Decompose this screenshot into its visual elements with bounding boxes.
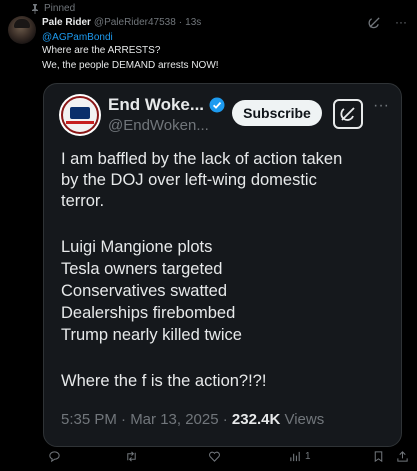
post-text-line: We, the people DEMAND arrests NOW! xyxy=(42,60,219,71)
quoted-views-count: 232.4K xyxy=(231,411,281,428)
pinned-label: Pinned xyxy=(44,3,76,14)
quoted-views-label: Views xyxy=(284,411,325,428)
grok-icon xyxy=(340,107,355,121)
pinned-indicator: Pinned xyxy=(30,3,75,14)
quoted-text-line: Trump nearly killed twice xyxy=(61,326,242,344)
share-icon xyxy=(397,451,408,462)
repost-icon xyxy=(127,451,136,462)
post-action-bar: 1 xyxy=(0,448,417,468)
pin-icon xyxy=(32,3,38,14)
quoted-post-card[interactable]: End Woke... @EndWoken... Subscribe ··· I… xyxy=(43,83,402,447)
verified-badge-icon xyxy=(209,97,225,113)
quoted-text-line: Luigi Mangione plots xyxy=(61,238,213,256)
quoted-author-name[interactable]: End Woke... xyxy=(108,95,204,115)
quoted-more-icon[interactable]: ··· xyxy=(373,97,389,115)
grok-icon[interactable] xyxy=(368,16,381,29)
shield-logo-icon xyxy=(61,96,99,134)
quoted-text-line: Dealerships firebombed xyxy=(61,304,236,322)
views-button[interactable]: 1 xyxy=(289,450,311,463)
grok-button[interactable] xyxy=(333,99,363,129)
quoted-text-line: by the DOJ over left-wing domestic xyxy=(61,171,317,189)
subscribe-button[interactable]: Subscribe xyxy=(232,100,322,126)
quoted-author-avatar[interactable] xyxy=(59,94,101,136)
reply-icon xyxy=(49,451,60,463)
quoted-timestamp[interactable]: 5:35 PM · Mar 13, 2025 · xyxy=(61,411,228,428)
post-text-line: Where are the ARRESTS? xyxy=(42,45,161,56)
separator-dot: · xyxy=(178,17,183,28)
quoted-text-line: Where the f is the action?!?! xyxy=(61,372,267,390)
like-button[interactable] xyxy=(208,450,221,463)
author-handle[interactable]: @PaleRider47538 xyxy=(94,17,176,28)
quoted-text-line: terror. xyxy=(61,192,105,210)
views-chart-icon xyxy=(290,451,300,462)
quoted-text-line: Conservatives swatted xyxy=(61,282,227,300)
quoted-meta: 5:35 PM · Mar 13, 2025 · 232.4K Views xyxy=(61,411,324,428)
quoted-text-line: I am baffled by the lack of action taken xyxy=(61,150,343,168)
quoted-author-name-row: End Woke... xyxy=(108,95,225,115)
bookmark-icon xyxy=(374,451,383,463)
quoted-author-handle[interactable]: @EndWoken... xyxy=(108,117,209,134)
post-time[interactable]: 13s xyxy=(185,17,201,28)
heart-icon xyxy=(209,451,220,462)
author-name[interactable]: Pale Rider xyxy=(42,17,91,28)
reply-button[interactable] xyxy=(48,450,61,463)
post-more-icon[interactable]: ··· xyxy=(395,15,407,29)
post-top-actions: ··· xyxy=(368,15,407,29)
post-header: Pale Rider @PaleRider47538 · 13s xyxy=(42,17,201,28)
mention-link[interactable]: @AGPamBondi xyxy=(42,32,113,43)
quoted-text-line: Tesla owners targeted xyxy=(61,260,223,278)
author-avatar[interactable] xyxy=(8,16,36,44)
bookmark-button[interactable] xyxy=(372,450,385,463)
repost-button[interactable] xyxy=(125,450,138,463)
views-count: 1 xyxy=(305,451,311,462)
share-button[interactable] xyxy=(396,450,409,463)
